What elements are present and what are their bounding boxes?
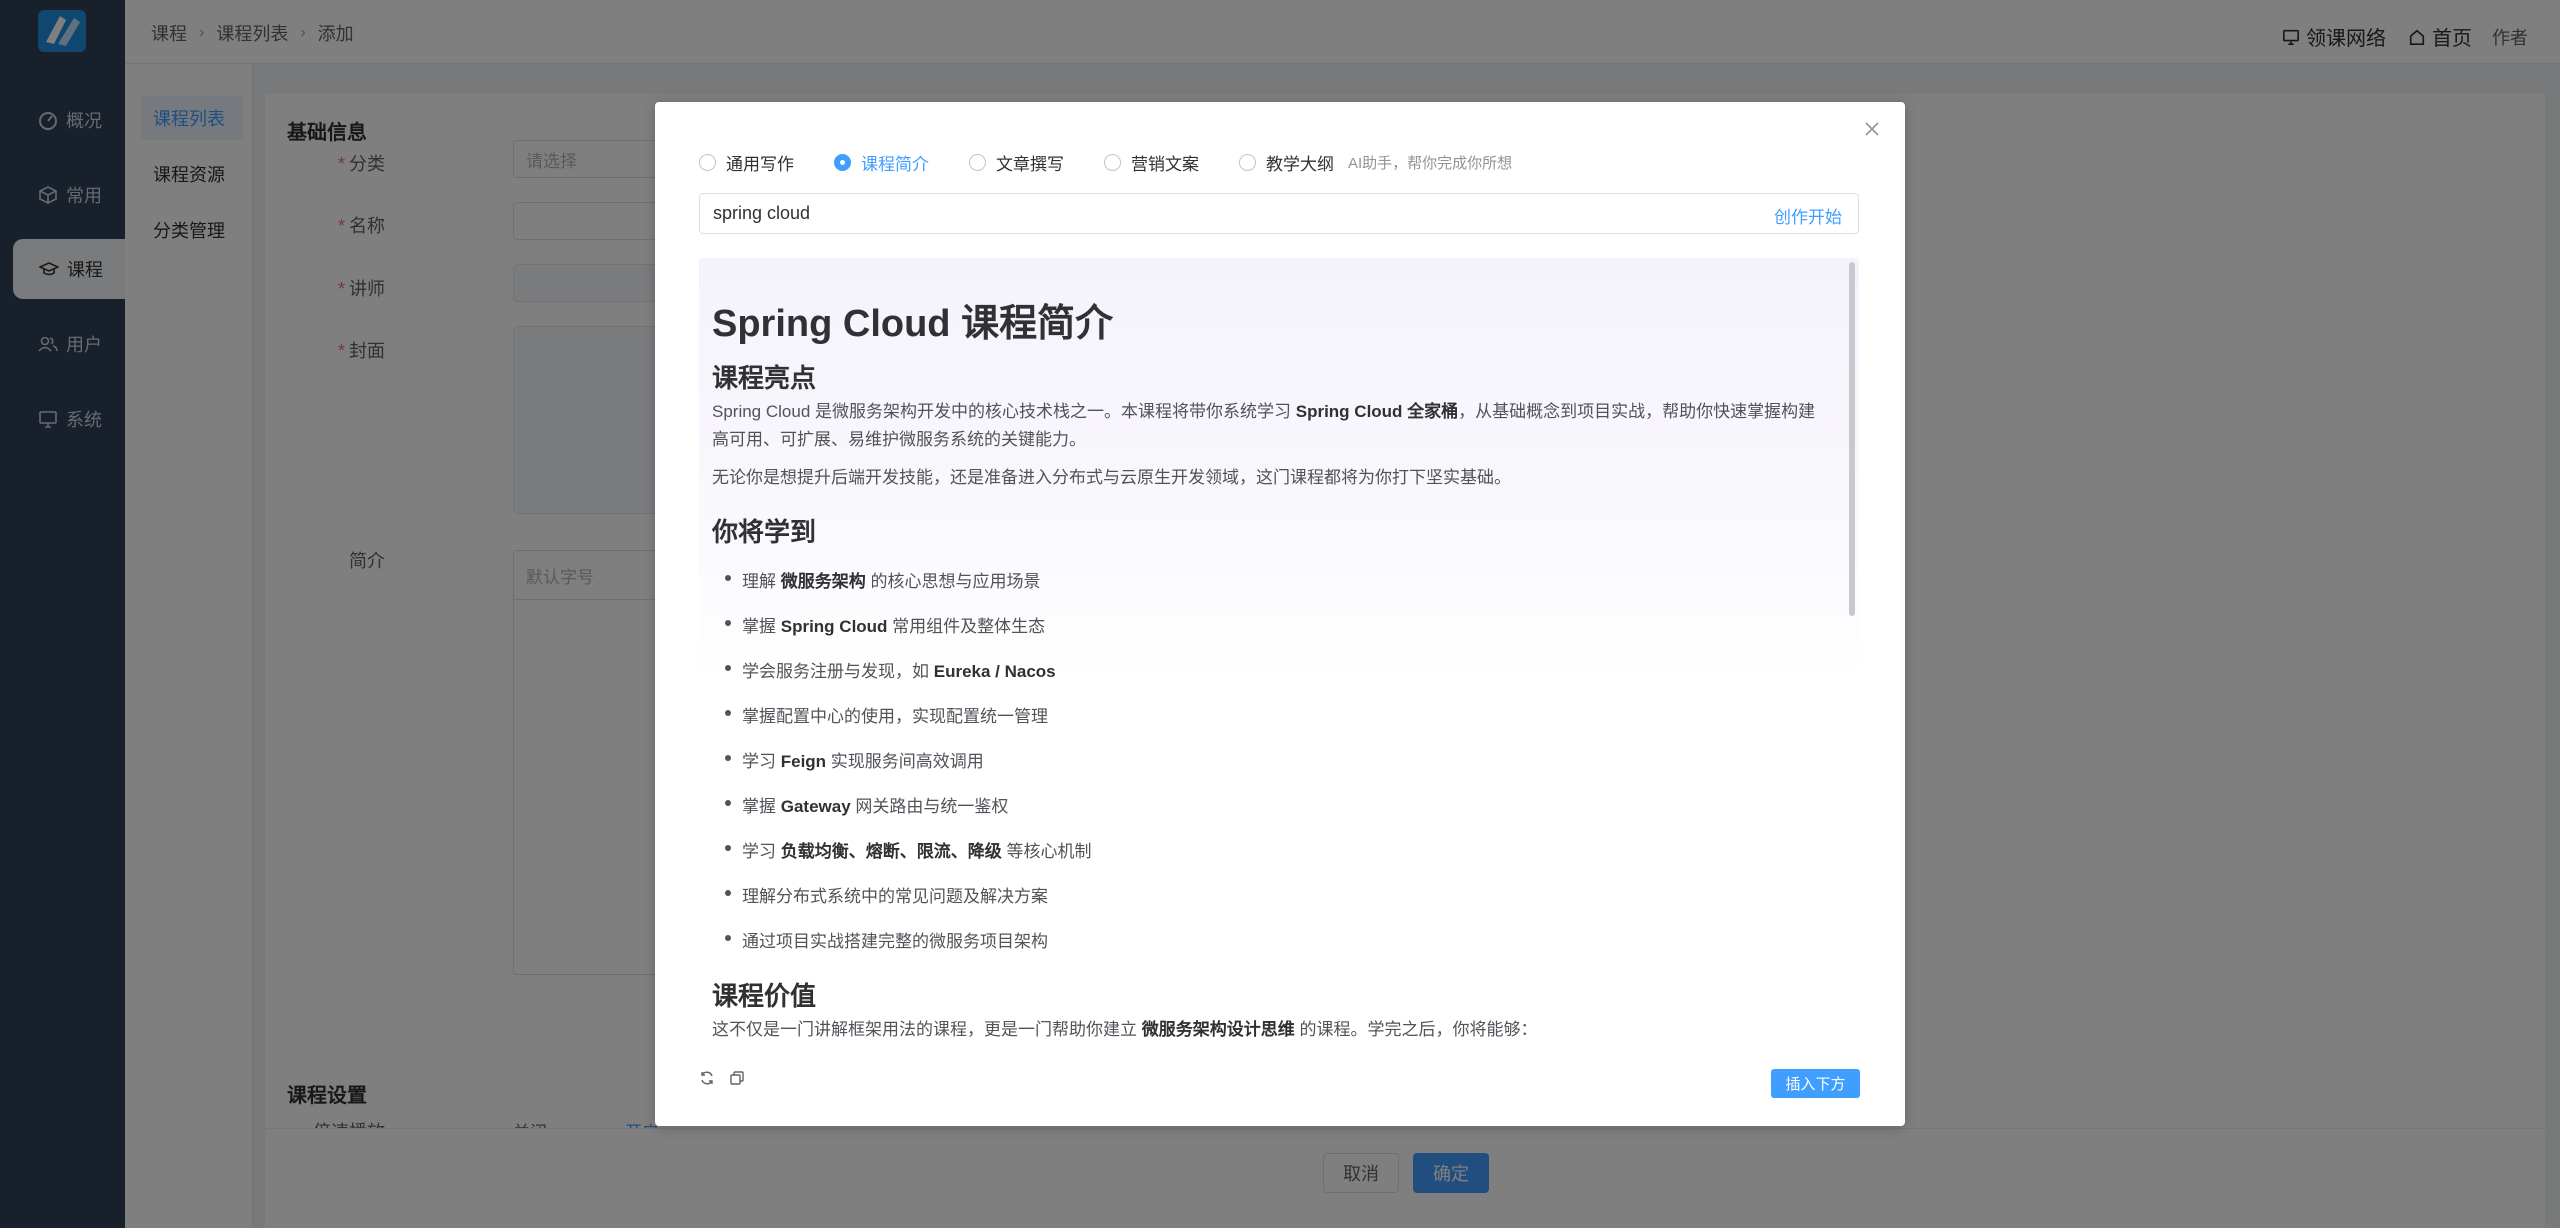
- heading-course-value: 课程价值: [712, 981, 817, 1011]
- mode-radio-marketing-copy[interactable]: 营销文案: [1104, 150, 1199, 175]
- result-title: Spring Cloud 课程简介: [712, 303, 1114, 345]
- list-item: 理解 微服务架构 的核心思想与应用场景: [724, 567, 1040, 592]
- mode-radio-teaching-syllabus[interactable]: 教学大纲: [1239, 150, 1334, 175]
- paragraph-intro: Spring Cloud 是微服务架构开发中的核心技术栈之一。本课程将带你系统学…: [712, 402, 1816, 449]
- list-item: 掌握配置中心的使用，实现配置统一管理: [725, 702, 1048, 727]
- prompt-input-value: spring cloud: [713, 203, 811, 223]
- paragraph-value: 这不仅是一门讲解框架用法的课程，更是一门帮助你建立 微服务架构设计思维 的课程。…: [712, 1020, 1538, 1039]
- list-item: 学习 负载均衡、熔断、限流、降级 等核心机制: [724, 837, 1091, 862]
- prompt-input[interactable]: spring cloud 创作开始: [699, 193, 1859, 234]
- mode-radio-course-intro[interactable]: 课程简介: [834, 150, 929, 175]
- refresh-icon[interactable]: [699, 1070, 715, 1086]
- writing-mode-group: 通用写作 课程简介 文章撰写 营销文案 教学大纲 AI助手，帮你完成你所想: [699, 150, 1512, 175]
- list-item: 掌握 Spring Cloud 常用组件及整体生态: [724, 612, 1045, 637]
- list-item: 理解分布式系统中的常见问题及解决方案: [725, 882, 1048, 907]
- mode-radio-general-writing[interactable]: 通用写作: [699, 150, 794, 175]
- generated-result-panel[interactable]: Spring Cloud 课程简介 课程亮点 Spring Cloud 是微服务…: [699, 258, 1859, 1056]
- list-item: 掌握 Gateway 网关路由与统一鉴权: [724, 792, 1008, 817]
- result-scrollbar[interactable]: [1849, 262, 1855, 616]
- copy-icon[interactable]: [729, 1070, 745, 1086]
- close-icon[interactable]: [1861, 118, 1883, 140]
- assistant-hint: AI助手，帮你完成你所想: [1348, 155, 1513, 172]
- ai-assistant-dialog: 通用写作 课程简介 文章撰写 营销文案 教学大纲 AI助手，帮你完成你所想 sp…: [655, 102, 1905, 1126]
- heading-you-will-learn: 你将学到: [712, 517, 817, 547]
- list-item: 学会服务注册与发现，如 Eureka / Nacos: [725, 657, 1056, 682]
- start-creating-button[interactable]: 创作开始: [1774, 203, 1842, 228]
- mode-radio-article-writing[interactable]: 文章撰写: [969, 150, 1064, 175]
- list-item: 通过项目实战搭建完整的微服务项目架构: [725, 927, 1048, 952]
- paragraph-audience: 无论你是想提升后端开发技能，还是准备进入分布式与云原生开发领域，这门课程都将为你…: [712, 468, 1511, 487]
- heading-highlights: 课程亮点: [712, 363, 817, 393]
- insert-below-button[interactable]: 插入下方: [1771, 1069, 1860, 1098]
- result-tools: [699, 1070, 759, 1086]
- list-item: 学习 Feign 实现服务间高效调用: [725, 747, 984, 772]
